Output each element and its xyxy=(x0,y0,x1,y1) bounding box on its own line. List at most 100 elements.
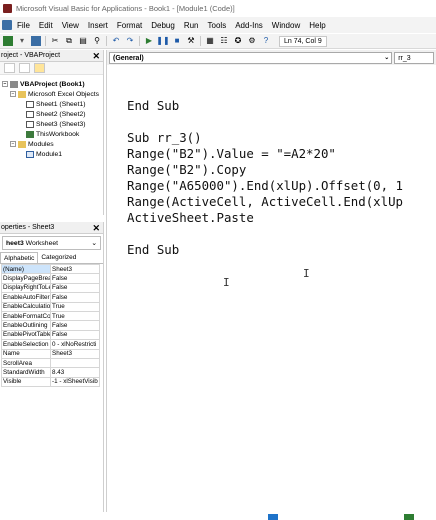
tree-item-sheet3[interactable]: Sheet3 (Sheet3) xyxy=(26,119,86,129)
copy-icon[interactable]: ⧉ xyxy=(64,36,74,46)
property-row[interactable]: EnableCalculation True xyxy=(1,301,100,312)
property-value[interactable]: 8.43 xyxy=(50,367,100,378)
property-row[interactable]: EnablePivotTable False xyxy=(1,329,100,341)
property-row[interactable]: Name Sheet3 xyxy=(1,348,100,359)
undo-icon[interactable]: ↶ xyxy=(111,36,121,46)
menu-view[interactable]: View xyxy=(62,21,79,30)
properties-window-icon[interactable]: ☷ xyxy=(219,36,229,46)
property-row[interactable]: DisplayRightToLe False xyxy=(1,282,100,294)
property-value[interactable]: False xyxy=(50,329,100,341)
run-icon[interactable]: ▶ xyxy=(144,36,154,46)
properties-header: operties - Sheet3 ✕ xyxy=(0,222,103,234)
tree-item-sheet2[interactable]: Sheet2 (Sheet2) xyxy=(26,109,86,119)
collapse-icon[interactable]: − xyxy=(10,91,16,97)
save-icon[interactable] xyxy=(31,36,41,46)
excel-icon[interactable] xyxy=(2,20,12,30)
cursor-position: Ln 74, Col 9 xyxy=(279,35,327,47)
property-value[interactable]: 0 - xlNoRestricti xyxy=(50,339,100,350)
windows-start-icon[interactable] xyxy=(268,514,278,520)
object-browser-icon[interactable]: ✪ xyxy=(233,36,243,46)
paste-icon[interactable]: ▤ xyxy=(78,36,88,46)
object-name: heet3 xyxy=(6,239,24,247)
chevron-down-icon[interactable]: ⌄ xyxy=(91,239,97,247)
menu-debug[interactable]: Debug xyxy=(151,21,175,30)
code-line[interactable]: Range("B2").Value = "=A2*20" xyxy=(127,147,336,161)
code-line[interactable]: Sub rr_3() xyxy=(127,131,202,145)
property-row[interactable]: EnableAutoFilter False xyxy=(1,292,100,303)
view-code-icon[interactable] xyxy=(4,63,15,73)
taskbar-app-icon[interactable] xyxy=(404,514,414,520)
menu-run[interactable]: Run xyxy=(184,21,199,30)
workbook-icon xyxy=(26,130,34,138)
property-row[interactable]: DisplayPageBreak False xyxy=(1,273,100,284)
project-explorer-icon[interactable]: ▦ xyxy=(205,36,215,46)
design-mode-icon[interactable]: ⚒ xyxy=(186,36,196,46)
property-row[interactable]: EnableSelection 0 - xlNoRestricti xyxy=(1,339,100,350)
menu-file[interactable]: File xyxy=(17,21,30,30)
menu-add-ins[interactable]: Add-Ins xyxy=(235,21,263,30)
property-value[interactable]: Sheet3 xyxy=(50,348,100,359)
redo-icon[interactable]: ↷ xyxy=(125,36,135,46)
object-combo[interactable]: (General) ⌄ xyxy=(109,51,393,64)
tab-alphabetic[interactable]: Alphabetic xyxy=(0,252,39,263)
cut-icon[interactable]: ✂ xyxy=(50,36,60,46)
property-value[interactable]: True xyxy=(50,310,100,322)
collapse-icon[interactable]: − xyxy=(10,141,16,147)
property-value[interactable]: True xyxy=(50,301,100,312)
close-icon[interactable]: ✕ xyxy=(92,222,100,234)
property-value[interactable]: Sheet3 xyxy=(50,263,100,275)
toggle-folders-icon[interactable] xyxy=(34,63,45,73)
property-value[interactable]: -1 - xlSheetVisib xyxy=(50,376,100,388)
property-value[interactable]: False xyxy=(50,273,100,284)
menu-help[interactable]: Help xyxy=(309,21,325,30)
code-line[interactable]: Range(ActiveCell, ActiveCell.End(xlUp xyxy=(127,195,403,209)
property-value[interactable]: False xyxy=(50,282,100,294)
property-row[interactable]: Visible -1 - xlSheetVisib xyxy=(1,376,100,388)
menu-insert[interactable]: Insert xyxy=(88,21,108,30)
property-row[interactable]: EnableFormatCor True xyxy=(1,310,100,322)
code-editor[interactable]: End Sub Sub rr_3() Range("B2").Value = "… xyxy=(107,65,436,515)
tree-item-module1[interactable]: Module1 xyxy=(26,149,62,159)
menu-edit[interactable]: Edit xyxy=(39,21,53,30)
property-row[interactable]: EnableOutlining False xyxy=(1,320,100,331)
project-explorer: roject - VBAProject ✕ − VBAProject (Book… xyxy=(0,50,104,215)
property-row[interactable]: (Name) Sheet3 xyxy=(1,263,100,275)
view-object-icon[interactable] xyxy=(19,63,30,73)
chevron-down-icon[interactable]: ⌄ xyxy=(384,53,389,64)
code-line[interactable]: Range("A65000").End(xlUp).Offset(0, 1 xyxy=(127,179,403,193)
property-value[interactable]: False xyxy=(50,292,100,303)
procedure-combo[interactable]: rr_3 xyxy=(394,51,434,64)
collapse-icon[interactable]: − xyxy=(2,81,8,87)
property-value[interactable]: False xyxy=(50,320,100,331)
menu-format[interactable]: Format xyxy=(117,21,142,30)
menu-window[interactable]: Window xyxy=(272,21,300,30)
taskbar-strip xyxy=(0,512,436,520)
close-icon[interactable]: ✕ xyxy=(92,50,100,62)
code-line[interactable]: ActiveSheet.Paste xyxy=(127,211,254,225)
find-icon[interactable]: ⚲ xyxy=(92,36,102,46)
property-row[interactable]: ScrollArea xyxy=(1,357,100,369)
reset-icon[interactable]: ■ xyxy=(172,36,182,46)
help-icon[interactable]: ? xyxy=(261,36,271,46)
sheet-icon xyxy=(26,120,34,128)
view-excel-icon[interactable] xyxy=(3,36,13,46)
break-icon[interactable]: ❚❚ xyxy=(156,36,169,46)
tree-item-sheet1[interactable]: Sheet1 (Sheet1) xyxy=(26,99,86,109)
insert-module-icon[interactable]: ▾ xyxy=(17,36,27,46)
property-key: StandardWidth xyxy=(1,367,51,378)
property-row[interactable]: StandardWidth 8.43 xyxy=(1,367,100,378)
tree-item-thisworkbook[interactable]: ThisWorkbook xyxy=(26,129,79,139)
object-selector[interactable]: heet3 Worksheet ⌄ xyxy=(2,236,101,250)
menu-tools[interactable]: Tools xyxy=(208,21,227,30)
property-value[interactable] xyxy=(50,357,100,369)
code-line[interactable]: Range("B2").Copy xyxy=(127,163,246,177)
tree-item-modules[interactable]: − Modules xyxy=(10,139,54,149)
code-line[interactable]: End Sub xyxy=(127,99,179,113)
code-line[interactable]: End Sub xyxy=(127,243,179,257)
object-selector-value: heet3 Worksheet xyxy=(6,240,58,247)
tab-categorized[interactable]: Categorized xyxy=(38,252,79,263)
toolbox-icon[interactable]: ⚙ xyxy=(247,36,257,46)
tree-item-vbaproject[interactable]: − VBAProject (Book1) xyxy=(2,79,85,89)
tree-item-label: Modules xyxy=(28,140,54,148)
tree-item-excel-objects[interactable]: − Microsoft Excel Objects xyxy=(10,89,99,99)
